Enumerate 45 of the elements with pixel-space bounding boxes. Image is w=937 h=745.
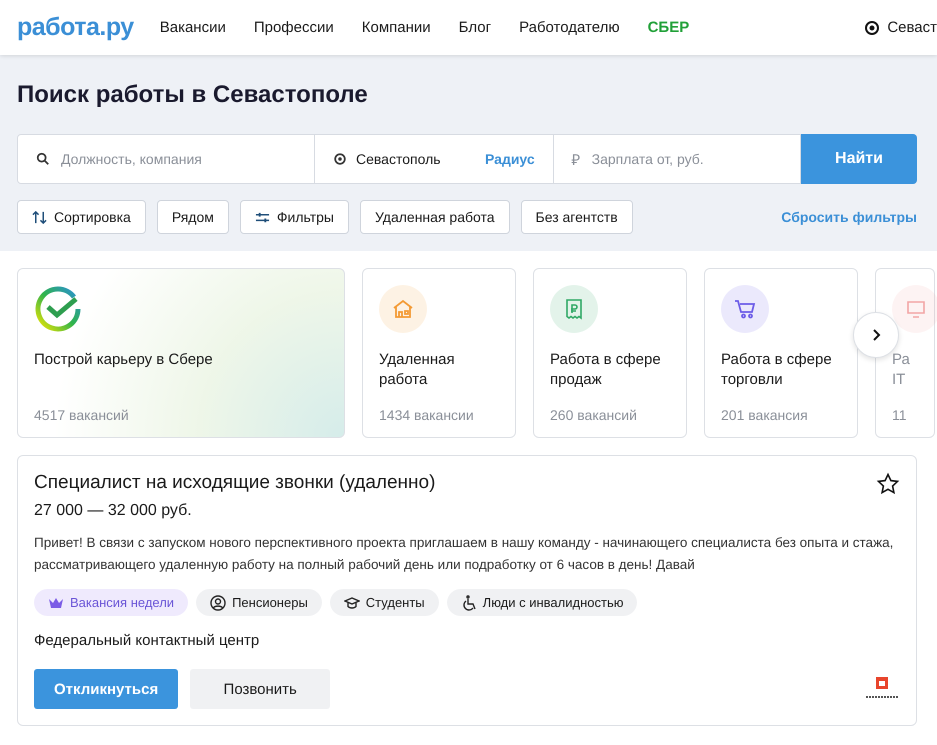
vacancy-count: 4517 вакансий	[34, 407, 130, 423]
category-card[interactable]: Работа в сфере продаж 260 вакансий	[533, 268, 687, 438]
vacancy-description: Привет! В связи с запуском нового перспективного проекта приглашаем в нашу команду - начинающего специалиста без опыта и стажа, рассматривающего удаленную работу на полный рабочий день или подработку от 6 часов в день! Давай	[34, 534, 894, 574]
location-icon	[864, 20, 880, 36]
call-button[interactable]: Позвонить	[190, 669, 330, 709]
filter-button[interactable]: Удаленная работа	[360, 200, 510, 234]
tag-badge: Люди с инвалидностью	[446, 589, 638, 616]
vacancy-count: 201 вакансия	[721, 407, 809, 423]
cart-icon	[721, 285, 769, 333]
vacancy-count: 260 вакансий	[550, 407, 638, 423]
vacancy-count: 11	[892, 407, 908, 423]
house-icon	[379, 285, 427, 333]
tag-badge: Пенсионеры	[196, 589, 322, 616]
filter-button[interactable]: Рядом	[156, 200, 229, 234]
nav-link[interactable]: Вакансии	[160, 19, 226, 36]
nav-link[interactable]: Профессии	[254, 19, 334, 36]
company-name[interactable]: Федеральный контактный центр	[34, 632, 900, 649]
category-title: Удаленная работа	[379, 350, 456, 390]
category-title: Построй карьеру в Сбере	[34, 350, 214, 370]
filter-button[interactable]: Сортировка	[17, 200, 146, 234]
tag-badge: Студенты	[330, 589, 439, 616]
tag-badge: Вакансия недели	[34, 589, 188, 616]
nav-link[interactable]: Блог	[458, 19, 492, 36]
vacancy-title[interactable]: Специалист на исходящие звонки (удаленно)	[34, 472, 436, 496]
location-link[interactable]: Севаст	[887, 19, 937, 36]
nav-link[interactable]: Компании	[362, 19, 431, 36]
filter-button[interactable]: Без агентств	[520, 200, 633, 234]
receipt-icon	[550, 285, 598, 333]
star-icon[interactable]	[876, 472, 900, 496]
page-title: Поиск работы в Севастополе	[17, 81, 369, 109]
cap-icon	[344, 594, 360, 610]
sort-icon	[32, 210, 47, 224]
filter-button[interactable]: Фильтры	[240, 200, 349, 234]
nav-link[interactable]: Работодателю	[519, 19, 620, 36]
vacancy-count: 1434 вакансии	[379, 407, 475, 423]
salary-text: 27 000 — 32 000 руб.	[34, 502, 193, 520]
category-title: Работа в сфере торговли	[721, 350, 833, 390]
wheelchair-icon	[460, 594, 477, 610]
category-card[interactable]: Работа в сфере торговли 201 вакансия	[704, 268, 858, 438]
category-card[interactable]: Построй карьеру в Сбере 4517 вакансий	[17, 268, 345, 438]
category-title: Ра IT	[892, 350, 911, 390]
person-icon	[210, 594, 226, 610]
category-title: Работа в сфере продаж	[550, 350, 662, 390]
category-card[interactable]: Удаленная работа 1434 вакансии	[362, 268, 516, 438]
monitor-icon	[892, 285, 937, 333]
